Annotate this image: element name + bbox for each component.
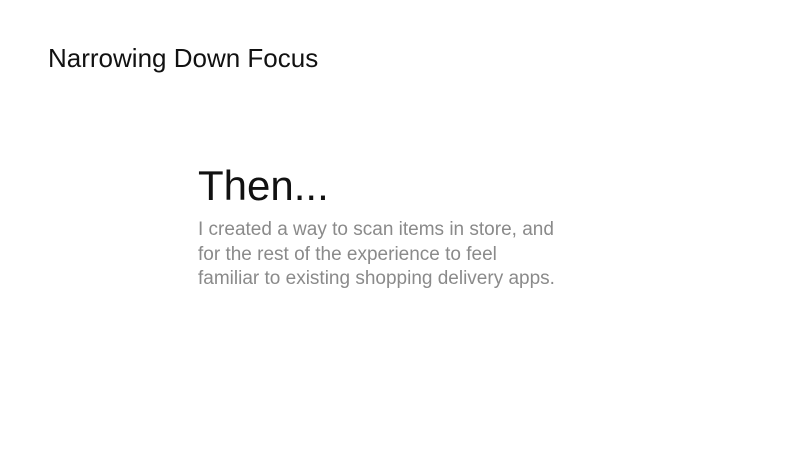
body-line: familiar to existing shopping delivery a… — [198, 268, 555, 289]
slide: Narrowing Down Focus Then... I created a… — [0, 0, 800, 450]
body-line: I created a way to scan items in store, … — [198, 219, 554, 240]
slide-title: Narrowing Down Focus — [48, 43, 319, 73]
body-line: for the rest of the experience to feel — [198, 243, 497, 265]
section-heading: Then... — [198, 162, 329, 209]
slide-content: Then... I created a way to scan items in… — [198, 160, 638, 292]
body-paragraph: I created a way to scan items in store, … — [198, 218, 638, 292]
